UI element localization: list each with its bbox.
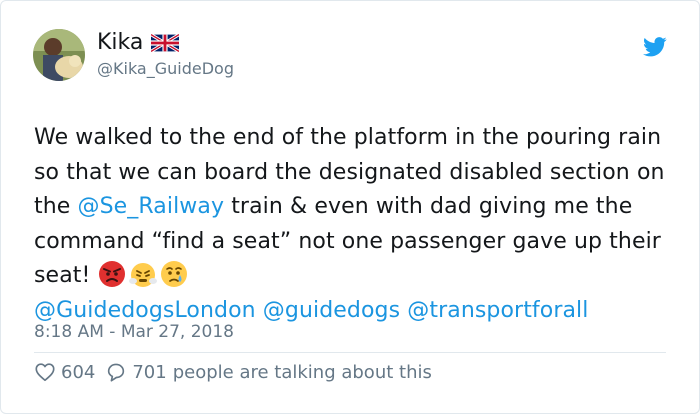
steam-face-icon <box>128 263 157 288</box>
tweet-timestamp[interactable]: 8:18 AM - Mar 27, 2018 <box>34 321 234 343</box>
mention-guidedogs[interactable]: @guidedogs <box>263 298 400 323</box>
reply-count: 701 <box>132 361 167 383</box>
tweet-text: We walked to the end of the platform in … <box>34 121 674 329</box>
mention-se-railway[interactable]: @Se_Railway <box>78 194 225 219</box>
reply-button[interactable]: 701 people are talking about this <box>105 361 432 383</box>
display-name[interactable]: Kika <box>97 30 143 56</box>
tweet-header: Kika @Kika_GuideDog <box>33 29 234 81</box>
like-button[interactable]: 604 <box>34 361 95 383</box>
speech-bubble-icon <box>108 363 125 382</box>
avatar-icon <box>33 29 85 81</box>
divider <box>34 352 666 353</box>
uk-flag-icon <box>151 34 180 52</box>
like-count: 604 <box>61 361 96 383</box>
tweet-card: Kika @Kika_GuideDog We walked to the end… <box>0 0 700 414</box>
avatar[interactable] <box>33 29 85 81</box>
crying-face-icon <box>160 261 187 288</box>
user-handle[interactable]: @Kika_GuideDog <box>97 58 234 80</box>
twitter-bird-icon[interactable] <box>643 37 667 57</box>
talking-label: people are talking about this <box>172 361 432 383</box>
mention-transportforall[interactable]: @transportforall <box>407 298 588 323</box>
name-row: Kika <box>97 30 234 56</box>
tweet-actions: 604 701 people are talking about this <box>34 359 432 385</box>
angry-face-icon <box>98 261 125 288</box>
user-info: Kika @Kika_GuideDog <box>97 30 234 80</box>
heart-icon <box>35 363 55 382</box>
mention-guidedogs-london[interactable]: @GuidedogsLondon <box>34 298 256 323</box>
